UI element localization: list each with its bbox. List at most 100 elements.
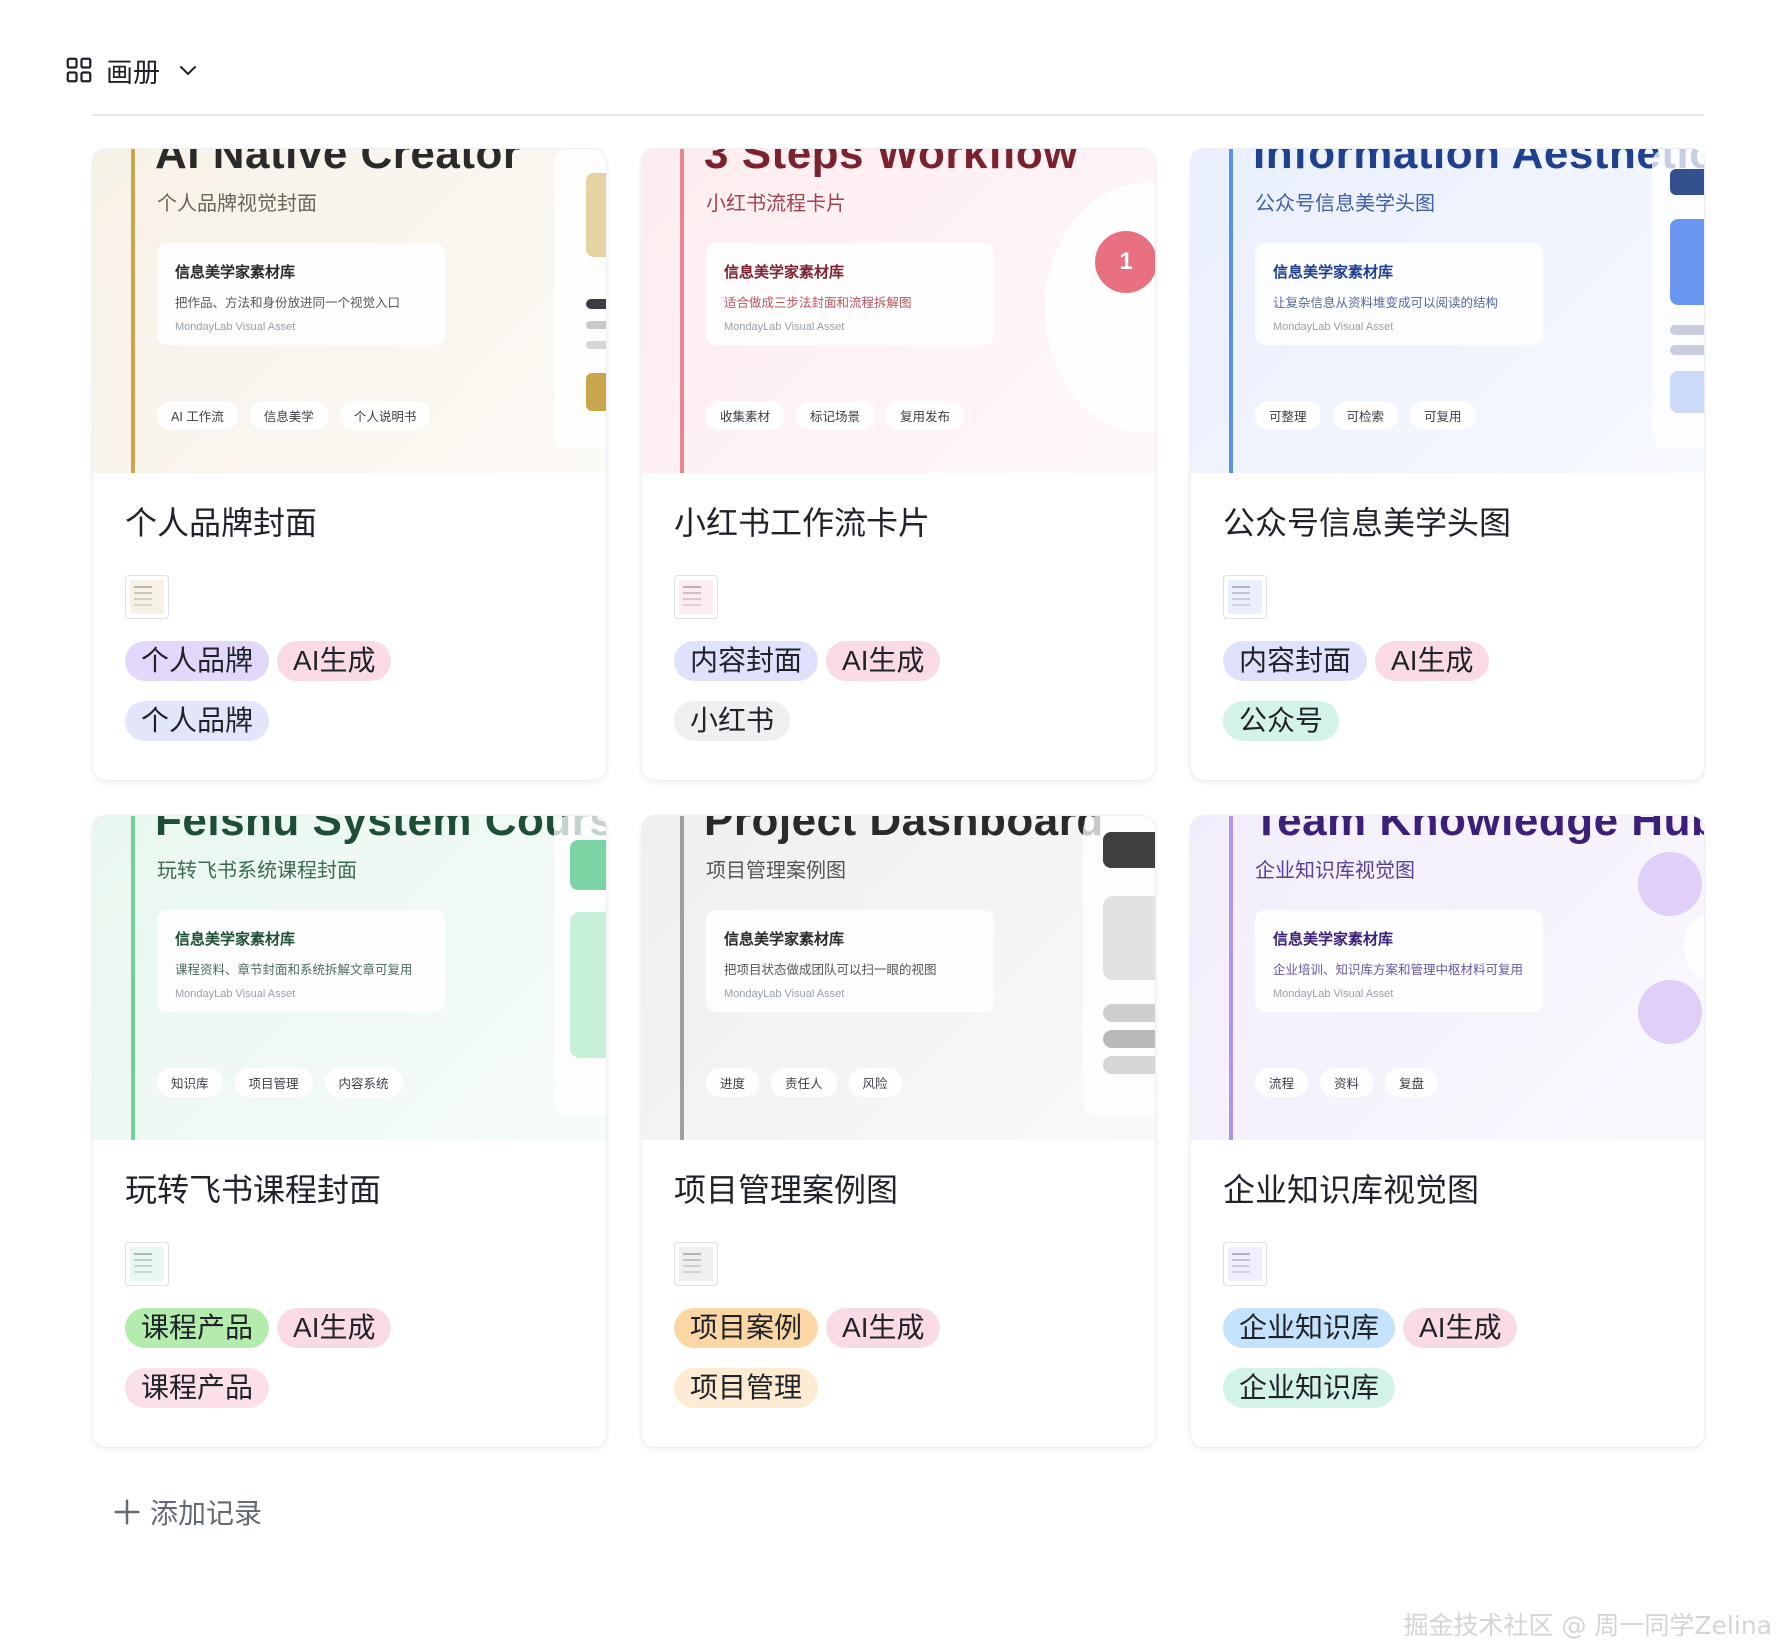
card-cover-image: Information Aesthetics 公众号信息美学头图 信息美学家素材… [1191, 149, 1704, 473]
tag-chip: AI生成 [277, 1308, 392, 1348]
cover-pill: 复用发布 [886, 401, 965, 430]
tag-chip: AI生成 [826, 1308, 941, 1348]
cover-deco-shape [570, 912, 606, 1058]
cover-info-box: 信息美学家素材库 适合做成三步法封面和流程拆解图 MondayLab Visua… [706, 243, 994, 345]
gallery-card[interactable]: AI Native Creator 个人品牌视觉封面 信息美学家素材库 把作品、… [92, 148, 607, 781]
cover-pill: 信息美学 [249, 401, 328, 430]
gallery-card[interactable]: Information Aesthetics 公众号信息美学头图 信息美学家素材… [1190, 148, 1705, 781]
card-title: 个人品牌封面 [125, 505, 318, 541]
cover-pill: 可整理 [1255, 401, 1321, 430]
cover-box-desc: 企业培训、知识库方案和管理中枢材料可复用 [1273, 963, 1524, 977]
plus-icon [114, 1499, 140, 1525]
cover-pill: 进度 [706, 1068, 760, 1097]
cover-box-desc: 把作品、方法和身份放进同一个视觉入口 [175, 296, 401, 310]
card-title: 企业知识库视觉图 [1223, 1172, 1480, 1208]
card-body: 小红书工作流卡片 内容封面 AI生成 小红书 [642, 473, 1155, 741]
tag-chip: 个人品牌 [125, 701, 270, 741]
cover-pill: 风险 [848, 1068, 902, 1097]
cover-info-box: 信息美学家素材库 把项目状态做成团队可以扫一眼的视图 MondayLab Vis… [706, 910, 994, 1012]
cover-deco-shape [1670, 169, 1704, 195]
cover-big-title: Feishu System Course [155, 816, 606, 845]
cover-deco-shape [1103, 1004, 1155, 1022]
cover-pill: 项目管理 [234, 1068, 313, 1097]
cover-info-box: 信息美学家素材库 企业培训、知识库方案和管理中枢材料可复用 MondayLab … [1255, 910, 1543, 1012]
attachment-thumbnail[interactable] [1223, 1242, 1267, 1286]
cover-pill: 资料 [1320, 1068, 1374, 1097]
tag-chip: 企业知识库 [1223, 1368, 1396, 1408]
attachment-thumbnail[interactable] [1223, 575, 1267, 619]
cover-deco-shape [586, 173, 606, 257]
card-cover-image: AI Native Creator 个人品牌视觉封面 信息美学家素材库 把作品、… [93, 149, 606, 473]
attachment-thumbnail[interactable] [674, 575, 718, 619]
cover-subtitle: 个人品牌视觉封面 [157, 193, 317, 215]
card-cover-image: Feishu System Course 玩转飞书系统课程封面 信息美学家素材库… [93, 816, 606, 1140]
cover-pills: AI 工作流 信息美学 个人说明书 [157, 401, 431, 430]
cover-accent-bar [680, 816, 684, 1140]
cover-pill: 内容系统 [324, 1068, 403, 1097]
cover-box-foot: MondayLab Visual Asset [724, 988, 845, 1000]
tag-chip: 企业知识库 [1223, 1308, 1396, 1348]
watermark: 掘金技术社区 @ 周一同学Zelina [1403, 1611, 1772, 1640]
cover-deco-shape [1670, 371, 1704, 413]
card-title: 玩转飞书课程封面 [125, 1172, 382, 1208]
cover-deco-shape [586, 299, 606, 309]
cover-box-title: 信息美学家素材库 [1273, 264, 1394, 281]
attachment-thumbnail[interactable] [125, 575, 169, 619]
tag-list: 企业知识库 AI生成 企业知识库 [1223, 1308, 1553, 1408]
view-switcher[interactable]: 画册 [64, 48, 200, 92]
cover-info-box: 信息美学家素材库 让复杂信息从资料堆变成可以阅读的结构 MondayLab Vi… [1255, 243, 1543, 345]
cover-deco-shape [1670, 219, 1704, 305]
tag-list: 内容封面 AI生成 公众号 [1223, 641, 1553, 741]
cover-box-foot: MondayLab Visual Asset [175, 321, 296, 333]
tag-chip: 课程产品 [125, 1308, 270, 1348]
tag-list: 项目案例 AI生成 项目管理 [674, 1308, 1004, 1408]
cover-deco-shape [1670, 325, 1704, 335]
gallery-card[interactable]: Feishu System Course 玩转飞书系统课程封面 信息美学家素材库… [92, 815, 607, 1448]
attachment-preview [130, 580, 164, 614]
header-divider [92, 114, 1704, 116]
cover-info-box: 信息美学家素材库 课程资料、章节封面和系统拆解文章可复用 MondayLab V… [157, 910, 445, 1012]
gallery-card[interactable]: Team Knowledge Hub 企业知识库视觉图 信息美学家素材库 企业培… [1190, 815, 1705, 1448]
tag-chip: AI生成 [826, 641, 941, 681]
cover-deco-circle [1638, 980, 1702, 1044]
card-title: 项目管理案例图 [674, 1172, 899, 1208]
cover-big-title: Team Knowledge Hub [1253, 816, 1704, 845]
add-record-label: 添加记录 [150, 1498, 263, 1529]
card-body: 玩转飞书课程封面 课程产品 AI生成 课程产品 [93, 1140, 606, 1408]
attachment-preview [679, 1247, 713, 1281]
cover-box-foot: MondayLab Visual Asset [175, 988, 296, 1000]
cover-deco-circle [1045, 183, 1155, 433]
cover-accent-bar [1229, 816, 1233, 1140]
gallery-grid: AI Native Creator 个人品牌视觉封面 信息美学家素材库 把作品、… [92, 148, 1705, 1448]
attachment-preview [1228, 1247, 1262, 1281]
tag-chip: 课程产品 [125, 1368, 270, 1408]
cover-deco-shape [570, 840, 606, 890]
cover-deco-circle [1638, 852, 1702, 916]
cover-pills: 知识库 项目管理 内容系统 [157, 1068, 403, 1097]
cover-box-foot: MondayLab Visual Asset [724, 321, 845, 333]
attachment-thumbnail[interactable] [674, 1242, 718, 1286]
cover-pill: 标记场景 [796, 401, 875, 430]
cover-accent-bar [1229, 149, 1233, 473]
cover-big-title: 3 Steps Workflow [704, 149, 1078, 178]
cover-info-box: 信息美学家素材库 把作品、方法和身份放进同一个视觉入口 MondayLab Vi… [157, 243, 445, 345]
cover-box-title: 信息美学家素材库 [175, 264, 296, 281]
gallery-card[interactable]: Project Dashboard 项目管理案例图 信息美学家素材库 把项目状态… [641, 815, 1156, 1448]
chevron-down-icon [180, 66, 196, 75]
card-title: 小红书工作流卡片 [674, 505, 931, 541]
cover-pill: 个人说明书 [339, 401, 431, 430]
cover-deco-circle [1684, 912, 1704, 982]
cover-subtitle: 公众号信息美学头图 [1255, 193, 1435, 215]
add-record-button[interactable]: 添加记录 [112, 1492, 262, 1532]
gallery-card[interactable]: 3 Steps Workflow 小红书流程卡片 信息美学家素材库 适合做成三步… [641, 148, 1156, 781]
card-body: 项目管理案例图 项目案例 AI生成 项目管理 [642, 1140, 1155, 1408]
tag-chip: AI生成 [1375, 641, 1490, 681]
cover-deco-shape [586, 321, 606, 329]
cover-box-title: 信息美学家素材库 [724, 264, 845, 281]
cover-accent-bar [680, 149, 684, 473]
view-name: 画册 [106, 57, 160, 88]
card-cover-image: Team Knowledge Hub 企业知识库视觉图 信息美学家素材库 企业培… [1191, 816, 1704, 1140]
attachment-thumbnail[interactable] [125, 1242, 169, 1286]
card-cover-image: Project Dashboard 项目管理案例图 信息美学家素材库 把项目状态… [642, 816, 1155, 1140]
cover-big-title: Project Dashboard [704, 816, 1104, 845]
